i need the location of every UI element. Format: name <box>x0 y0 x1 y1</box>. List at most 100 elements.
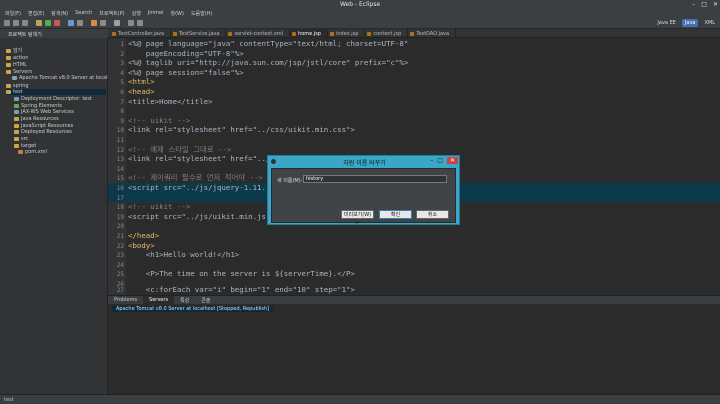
dialog-body: 새 이름(M): 미리보기(W) > 확인 취소 <box>271 168 456 226</box>
tab-problems[interactable]: Problems <box>108 297 143 303</box>
tree-item[interactable]: Java Resources <box>14 116 59 122</box>
code-line[interactable]: 5 <html> <box>108 77 720 87</box>
close-button[interactable]: ✕ <box>713 1 718 8</box>
save-icon[interactable] <box>13 20 19 26</box>
tree-item[interactable]: 암기 <box>6 47 22 54</box>
new-icon[interactable] <box>4 20 10 26</box>
perspective-switcher: Java EE Java XML <box>654 19 718 27</box>
tree-item-selected[interactable]: test <box>6 89 106 95</box>
title-bar: Web - Eclipse – □ ✕ <box>0 0 720 9</box>
tree-item[interactable]: JAX-WS Web Services <box>14 109 74 115</box>
code-line[interactable]: 7 <title>Home</title> <box>108 97 720 107</box>
code-line[interactable]: 9 <!-- uikit --> <box>108 116 720 126</box>
minimize-button[interactable]: – <box>692 1 695 8</box>
code-line[interactable]: 25 <P>The time on the server is ${server… <box>108 269 720 279</box>
cancel-button[interactable]: 취소 <box>416 210 449 219</box>
tab-console[interactable]: 콘솔 <box>195 297 216 304</box>
tab-properties[interactable]: 특성 <box>174 297 195 304</box>
project-icon <box>6 48 11 53</box>
forward-icon[interactable] <box>137 20 143 26</box>
code-line[interactable]: 27 <c:forEach var="i" begin="1" end="10"… <box>108 285 720 295</box>
deployed-resources-icon <box>14 129 19 134</box>
dialog-close-button[interactable]: ✕ <box>446 157 458 164</box>
tab-index-jsp[interactable]: index.jsp <box>328 29 366 38</box>
new-name-label: 새 이름(M): <box>277 178 303 184</box>
build-icon[interactable] <box>77 20 83 26</box>
tab-testcontroller[interactable]: TestController.java <box>110 29 172 38</box>
project-icon <box>6 83 11 88</box>
tab-testdao[interactable]: TestDAO.java <box>408 29 457 38</box>
status-bar: test <box>0 394 720 404</box>
status-text: test <box>4 397 14 403</box>
project-icon <box>6 55 11 60</box>
menu-window[interactable]: 창(W) <box>171 10 184 17</box>
menu-jmmel[interactable]: Jmmel <box>148 10 164 16</box>
code-line[interactable]: 4 <%@ page session="false"%> <box>108 68 720 78</box>
search-icon[interactable] <box>114 20 120 26</box>
code-line[interactable]: 10 <link rel="stylesheet" href="../css/ui… <box>108 125 720 135</box>
tree-item[interactable]: HTML <box>6 62 27 68</box>
folder-icon <box>14 143 19 148</box>
project-explorer-tab[interactable]: 프로젝트 탐색기 <box>0 29 108 38</box>
code-line[interactable]: 1 <%@ page language="java" contentType="t… <box>108 39 720 49</box>
code-line[interactable]: 2 pageEncoding="UTF-8"%> <box>108 49 720 59</box>
debug-icon[interactable] <box>36 20 42 26</box>
project-icon <box>6 89 11 94</box>
folder-icon <box>6 69 11 74</box>
back-icon[interactable] <box>128 20 134 26</box>
tab-servlet-context[interactable]: servlet-context.xml <box>226 29 291 38</box>
tree-item[interactable]: src <box>14 136 28 142</box>
perspective-java[interactable]: Java <box>681 19 699 27</box>
maximize-button[interactable]: □ <box>701 1 707 8</box>
code-line[interactable]: 6 <head> <box>108 87 720 97</box>
perspective-xml[interactable]: XML <box>701 19 718 27</box>
toolbar: Java EE Java XML <box>0 17 720 29</box>
tab-row: 프로젝트 탐색기 TestController.java TestService… <box>0 29 720 38</box>
dialog-minimize-button[interactable]: – <box>430 157 433 164</box>
perspective-javaee[interactable]: Java EE <box>654 19 678 27</box>
window-title: Web - Eclipse <box>339 1 381 8</box>
preview-button[interactable]: 미리보기(W) > <box>341 210 374 226</box>
tree-item[interactable]: Apache Tomcat v8.0 Server at localhost <box>12 75 118 81</box>
new-name-input[interactable] <box>303 175 447 183</box>
menu-edit[interactable]: 편집(E) <box>28 10 44 17</box>
tree-item[interactable]: Deployment Descriptor: test <box>14 96 92 102</box>
code-line[interactable]: 11 <box>108 135 720 145</box>
dialog-maximize-button[interactable]: □ <box>437 157 443 164</box>
code-line[interactable]: 12 <!-- 예제 스타일 그대로 --> <box>108 145 720 155</box>
tab-testservice[interactable]: TestService.java <box>171 29 227 38</box>
java-resources-icon <box>14 116 19 121</box>
stop-icon[interactable] <box>54 20 60 26</box>
new-class-icon[interactable] <box>91 20 97 26</box>
tab-home-jsp[interactable]: home.jsp <box>290 29 328 38</box>
menu-search[interactable]: Search <box>75 10 92 16</box>
run-icon[interactable] <box>45 20 51 26</box>
code-line[interactable]: 3 <%@ taglib uri="http://java.sun.com/jsp… <box>108 58 720 68</box>
descriptor-icon <box>14 96 19 101</box>
server-row[interactable]: Apache Tomcat v8.0 Server at localhost [… <box>112 306 274 312</box>
menu-help[interactable]: 도움말(H) <box>191 10 212 17</box>
tree-item[interactable]: action <box>6 55 28 61</box>
open-type-icon[interactable] <box>100 20 106 26</box>
js-resources-icon <box>14 123 19 128</box>
code-line[interactable]: 21 </head> <box>108 231 720 241</box>
tab-content-jsp[interactable]: content.jsp <box>365 29 409 38</box>
tree-item[interactable]: pom.xml <box>18 149 47 155</box>
server-icon[interactable] <box>68 20 74 26</box>
web-services-icon <box>14 109 19 114</box>
menu-bar: 파일(F) 편집(E) 탐색(N) Search 프로젝트(P) 실행 Jmme… <box>0 9 720 17</box>
code-line[interactable]: 8 <box>108 106 720 116</box>
code-line[interactable]: 22 <body> <box>108 241 720 251</box>
tree-item[interactable]: Deployed Resources <box>14 129 72 135</box>
code-line[interactable]: 23 <h1>Hello world!</h1> <box>108 250 720 260</box>
menu-file[interactable]: 파일(F) <box>5 10 21 17</box>
folder-icon <box>14 136 19 141</box>
menu-project[interactable]: 프로젝트(P) <box>99 10 124 17</box>
dialog-title-bar[interactable]: 자원 이름 바꾸기 – □ ✕ <box>268 156 461 167</box>
menu-navigate[interactable]: 탐색(N) <box>51 10 68 17</box>
ok-button[interactable]: 확인 <box>379 210 412 219</box>
save-all-icon[interactable] <box>22 20 28 26</box>
code-line[interactable]: 24 <box>108 260 720 270</box>
menu-run[interactable]: 실행 <box>132 10 141 17</box>
editor-tabs: TestController.java TestService.java ser… <box>110 29 457 38</box>
